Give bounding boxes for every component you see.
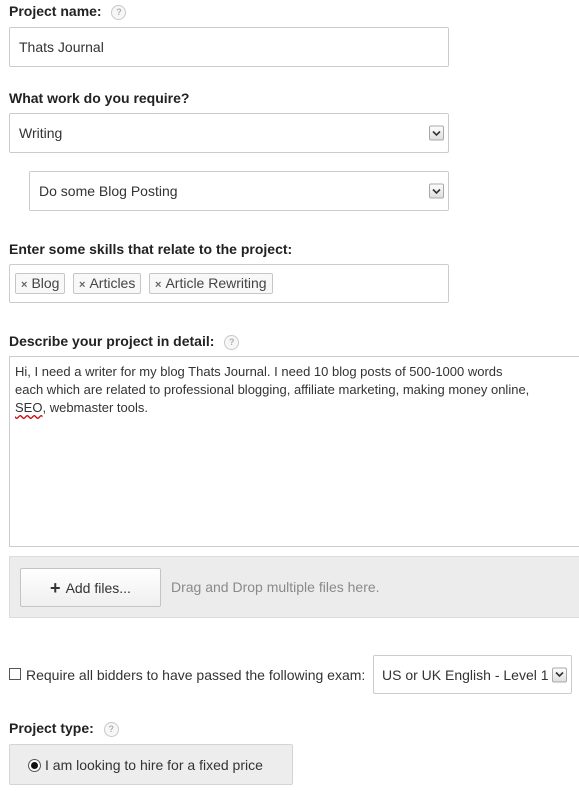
- project-type-label: Project type: ?: [9, 720, 119, 737]
- file-dropzone[interactable]: + Add files... Drag and Drop multiple fi…: [9, 556, 579, 618]
- skills-input[interactable]: × Blog × Articles × Article Rewriting: [9, 264, 449, 303]
- chevron-down-icon[interactable]: [552, 667, 567, 682]
- subcategory-value: Do some Blog Posting: [39, 183, 178, 199]
- chevron-down-icon[interactable]: [429, 125, 444, 141]
- description-textarea[interactable]: Hi, I need a writer for my blog Thats Jo…: [9, 356, 579, 547]
- category-select[interactable]: Writing: [9, 113, 449, 153]
- remove-tag-icon[interactable]: ×: [155, 279, 161, 291]
- skill-tag: × Blog: [15, 273, 66, 294]
- help-icon[interactable]: ?: [224, 335, 240, 350]
- exam-value: US or UK English - Level 1: [382, 666, 549, 683]
- description-label: Describe your project in detail: ?: [9, 333, 240, 350]
- exam-select[interactable]: US or UK English - Level 1: [373, 655, 572, 694]
- skill-tag-label: Blog: [31, 275, 60, 291]
- fixed-price-option[interactable]: I am looking to hire for a fixed price: [9, 744, 293, 785]
- skill-tag-label: Articles: [89, 275, 136, 291]
- help-icon[interactable]: ?: [103, 722, 119, 737]
- skills-label: Enter some skills that relate to the pro…: [9, 241, 293, 257]
- chevron-down-icon[interactable]: [429, 183, 444, 199]
- fixed-price-radio[interactable]: [28, 759, 41, 772]
- add-files-button[interactable]: + Add files...: [20, 568, 161, 607]
- description-line: each which are related to professional b…: [15, 382, 530, 397]
- misspelled-word: SEO: [15, 400, 43, 415]
- dropzone-hint: Drag and Drop multiple files here.: [171, 579, 380, 595]
- exam-label: Require all bidders to have passed the f…: [26, 667, 366, 683]
- plus-icon: +: [50, 577, 61, 598]
- skill-tag: × Article Rewriting: [149, 273, 273, 294]
- description-line: SEO, webmaster tools.: [15, 400, 148, 415]
- project-name-label: Project name: ?: [9, 3, 127, 20]
- description-line: Hi, I need a writer for my blog Thats Jo…: [15, 364, 503, 379]
- remove-tag-icon[interactable]: ×: [21, 279, 27, 291]
- skill-tag-label: Article Rewriting: [165, 275, 267, 291]
- add-files-label: Add files...: [65, 579, 131, 596]
- fixed-price-label: I am looking to hire for a fixed price: [45, 757, 263, 773]
- work-label: What work do you require?: [9, 90, 190, 106]
- subcategory-select[interactable]: Do some Blog Posting: [29, 171, 449, 211]
- skill-tag: × Articles: [73, 273, 142, 294]
- category-value: Writing: [19, 125, 63, 141]
- help-icon[interactable]: ?: [111, 5, 127, 20]
- remove-tag-icon[interactable]: ×: [79, 279, 85, 291]
- project-name-input[interactable]: [9, 27, 449, 67]
- radio-dot: [31, 762, 38, 769]
- exam-checkbox[interactable]: [9, 668, 21, 680]
